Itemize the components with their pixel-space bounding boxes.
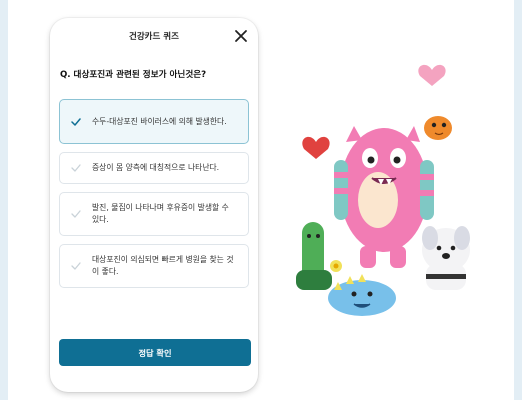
option-label: 수두-대상포진 바이러스에 의해 발생한다. — [92, 116, 227, 126]
heart-icon — [418, 64, 446, 86]
question-text: Q. 대상포진과 관련된 정보가 아닌것은? — [60, 70, 207, 80]
close-icon — [235, 30, 247, 42]
quiz-card: 건강카드 퀴즈 Q. 대상포진과 관련된 정보가 아닌것은? 수두-대상포진 바… — [50, 18, 258, 392]
close-button[interactable] — [234, 28, 248, 42]
check-icon — [71, 117, 81, 126]
check-icon — [71, 262, 81, 270]
heart-icon — [302, 136, 330, 159]
submit-answer-button[interactable]: 정답 확인 — [59, 339, 251, 366]
card-title: 건강카드 퀴즈 — [129, 32, 179, 42]
option-label: 대상포진이 의심되면 빠르게 병원을 찾는 것이 좋다. — [92, 255, 234, 276]
option-label: 증상이 몸 양측에 대칭적으로 나타난다. — [92, 163, 220, 172]
option-4[interactable]: 대상포진이 의심되면 빠르게 병원을 찾는 것이 좋다. — [59, 244, 249, 288]
option-2[interactable]: 증상이 몸 양측에 대칭적으로 나타난다. — [59, 152, 249, 184]
option-3[interactable]: 발진, 물집이 나타나며 후유증이 발생할 수 있다. — [59, 192, 249, 236]
option-1[interactable]: 수두-대상포진 바이러스에 의해 발생한다. — [59, 99, 249, 144]
page: 건강카드 퀴즈 Q. 대상포진과 관련된 정보가 아닌것은? 수두-대상포진 바… — [8, 0, 514, 400]
option-label: 발진, 물집이 나타나며 후유증이 발생할 수 있다. — [92, 203, 229, 224]
check-icon — [71, 210, 81, 218]
card-header: 건강카드 퀴즈 — [50, 18, 258, 54]
check-icon — [71, 164, 81, 172]
character-illustration — [296, 64, 470, 316]
